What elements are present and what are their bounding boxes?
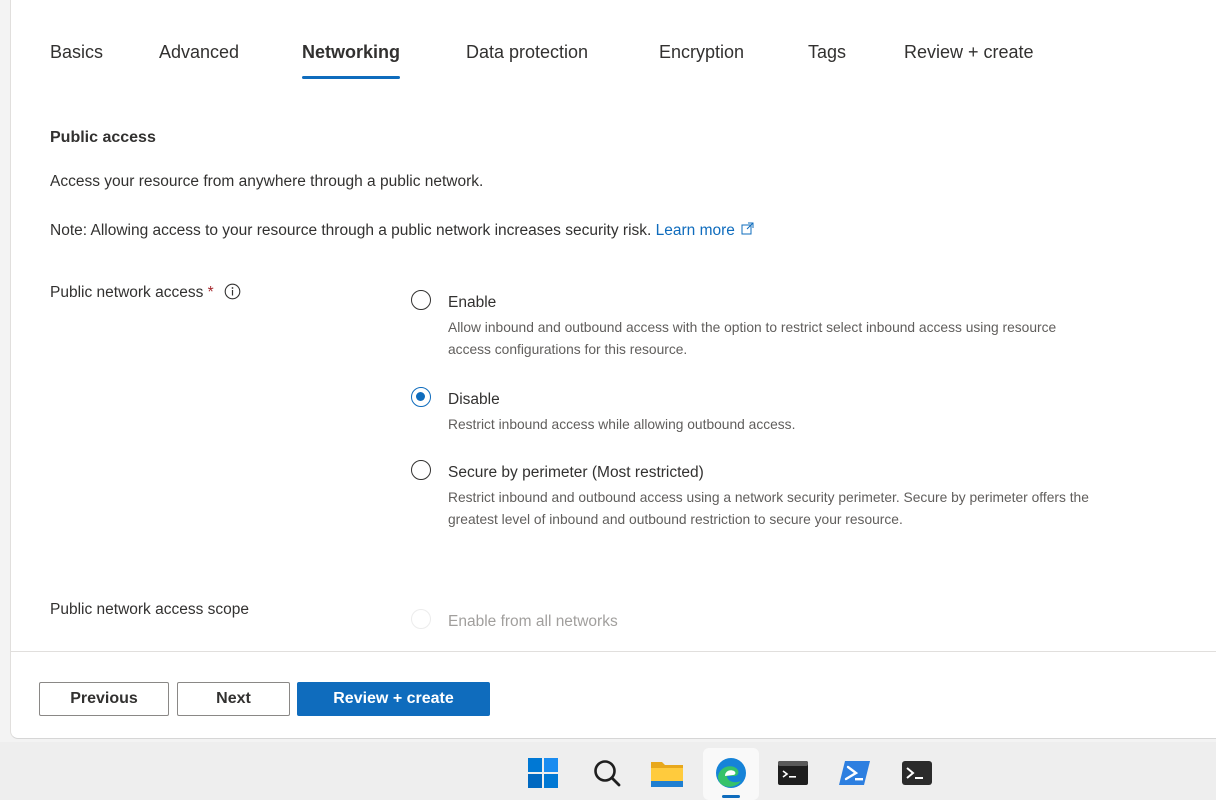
tab-review-create[interactable]: Review + create [904, 38, 1034, 66]
enable-description: Allow inbound and outbound access with t… [448, 320, 1057, 357]
enable-label: Enable [448, 294, 497, 311]
footer-divider [11, 651, 1216, 652]
tab-basics[interactable]: Basics [50, 38, 103, 66]
tab-encryption[interactable]: Encryption [659, 38, 744, 66]
search-icon[interactable] [590, 756, 624, 790]
powershell-icon[interactable] [838, 756, 872, 790]
required-marker: * [207, 284, 214, 301]
previous-button[interactable]: Previous [39, 682, 169, 716]
command-prompt-icon[interactable] [900, 756, 934, 790]
security-note: Note: Allowing access to your resource t… [50, 222, 754, 240]
secure-by-perimeter-label: Secure by perimeter (Most restricted) [448, 464, 704, 481]
wizard-tabs: Basics Advanced Networking Data protecti… [11, 38, 1111, 84]
disable-radio[interactable] [411, 387, 431, 407]
tab-networking[interactable]: Networking [302, 38, 401, 79]
public-network-access-label: Public network access * [50, 283, 241, 305]
taskbar-active-indicator [722, 795, 740, 798]
public-network-access-label-text: Public network access [50, 284, 204, 301]
windows-start-icon[interactable] [526, 756, 560, 790]
terminal-icon[interactable] [776, 756, 810, 790]
disable-label: Disable [448, 391, 500, 408]
learn-more-link[interactable]: Learn more [656, 222, 754, 239]
next-button[interactable]: Next [177, 682, 290, 716]
wizard-panel: Basics Advanced Networking Data protecti… [10, 0, 1216, 739]
taskbar [0, 742, 1216, 800]
section-description: Access your resource from anywhere throu… [50, 173, 484, 190]
disable-description: Restrict inbound access while allowing o… [448, 417, 796, 432]
public-network-access-scope-label: Public network access scope [50, 601, 250, 618]
security-note-text: Note: Allowing access to your resource t… [50, 222, 652, 240]
secure-by-perimeter-radio[interactable] [411, 460, 431, 480]
tab-tags[interactable]: Tags [808, 38, 846, 66]
section-title: Public access [50, 129, 156, 146]
enable-all-networks-radio [411, 609, 431, 629]
external-link-icon [741, 222, 754, 240]
enable-radio[interactable] [411, 290, 431, 310]
tab-advanced[interactable]: Advanced [159, 38, 239, 66]
secure-by-perimeter-description: Restrict inbound and outbound access usi… [448, 490, 1089, 527]
info-icon[interactable] [224, 283, 241, 305]
tab-data-protection[interactable]: Data protection [466, 38, 588, 66]
file-explorer-icon[interactable] [650, 756, 684, 790]
learn-more-label: Learn more [655, 222, 735, 240]
review-create-button[interactable]: Review + create [297, 682, 490, 716]
edge-browser-icon[interactable] [714, 756, 748, 790]
enable-all-networks-label: Enable from all networks [448, 613, 618, 630]
